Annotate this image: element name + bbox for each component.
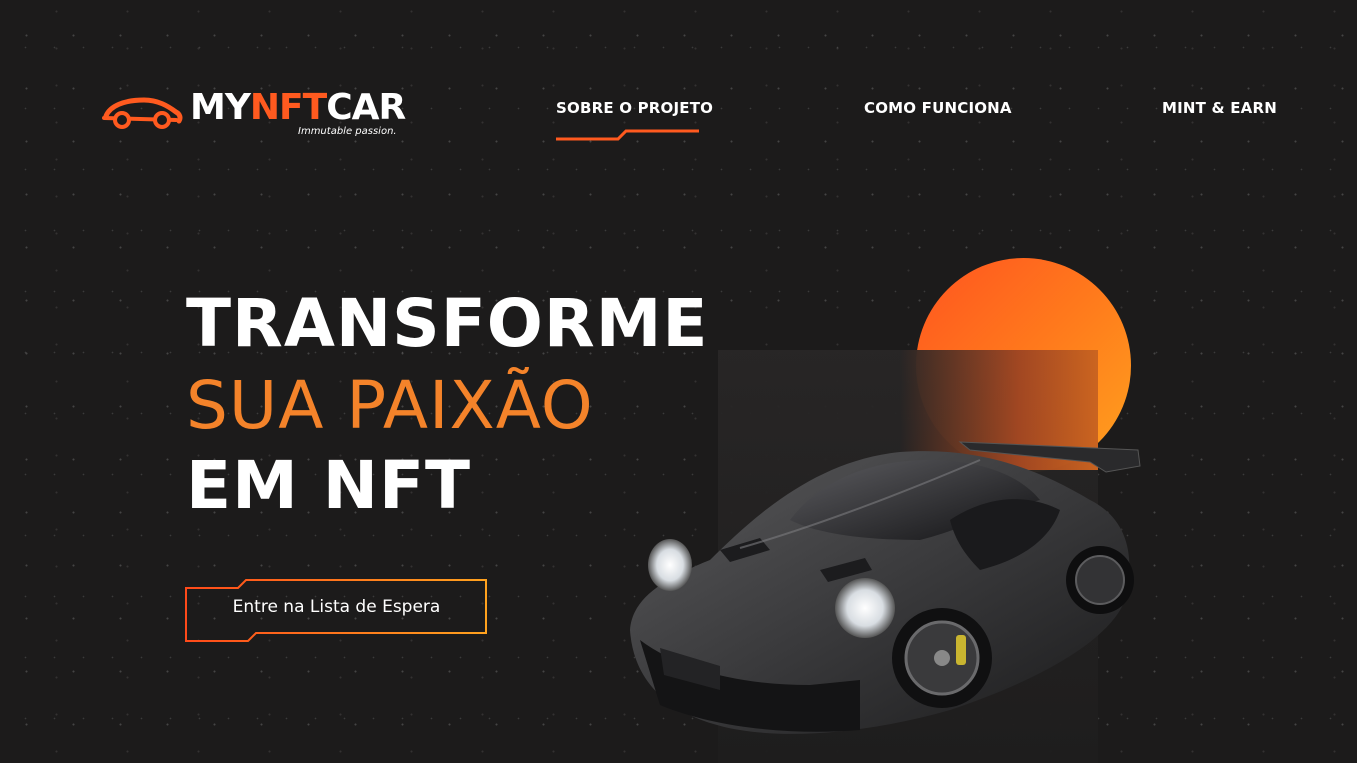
join-waitlist-button[interactable]: Entre na Lista de Espera: [184, 577, 489, 643]
hero-title-line2: SUA PAIXÃO: [186, 367, 594, 444]
brand-tagline: Immutable passion.: [298, 126, 397, 137]
brand-name-part2: NFT: [249, 87, 327, 128]
hero-title-line3: EM NFT: [186, 447, 472, 524]
landing-page: MYNFTCAR Immutable passion. SOBRE O PROJ…: [0, 0, 1357, 763]
brand-name-part3: CAR: [326, 87, 406, 128]
hero-title-line1: TRANSFORME: [186, 285, 709, 362]
brand-wordmark: MYNFTCAR: [190, 87, 406, 128]
nav-item-sobre-o-projeto[interactable]: SOBRE O PROJETO: [556, 99, 713, 117]
brand-name-part1: MY: [190, 87, 251, 128]
nav-item-mint-earn[interactable]: MINT & EARN: [1162, 99, 1277, 117]
cta-label: Entre na Lista de Espera: [232, 597, 441, 617]
car-outline-icon: [102, 97, 183, 129]
nav-item-como-funciona[interactable]: COMO FUNCIONA: [864, 99, 1012, 117]
sports-car-image: [630, 441, 1141, 734]
nav-active-underline: [556, 129, 699, 141]
brand-logo[interactable]: MYNFTCAR Immutable passion.: [100, 88, 406, 142]
